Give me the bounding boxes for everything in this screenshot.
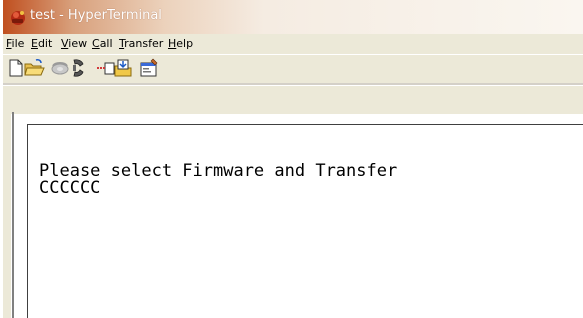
window-title: test - HyperTerminal	[30, 8, 162, 23]
menu-transfer[interactable]: Transfer	[119, 37, 163, 50]
title-bar[interactable]: test - HyperTerminal	[3, 0, 583, 34]
disconnect-icon[interactable]	[68, 57, 90, 79]
open-icon[interactable]	[23, 57, 45, 79]
terminal-screen[interactable]: Please select Firmware and Transfer CCCC…	[27, 124, 583, 318]
terminal-line: CCCCCC	[39, 178, 101, 198]
menu-edit[interactable]: Edit	[31, 37, 52, 50]
menu-view[interactable]: View	[61, 37, 87, 50]
hyperterminal-app-icon	[11, 11, 25, 25]
hyperterminal-window: test - HyperTerminal File Edit View Call…	[3, 0, 583, 318]
terminal-output: Please select Firmware and Transfer CCCC…	[39, 163, 397, 197]
menu-call[interactable]: Call	[92, 37, 113, 50]
menu-file[interactable]: File	[6, 37, 24, 50]
menu-help[interactable]: Help	[168, 37, 193, 50]
menu-bar: File Edit View Call Transfer Help	[3, 34, 583, 54]
receive-icon[interactable]	[112, 57, 134, 79]
toolbar-separator	[3, 83, 583, 86]
terminal-frame-edge	[12, 112, 24, 318]
properties-icon[interactable]	[138, 57, 160, 79]
toolbar	[3, 54, 583, 83]
